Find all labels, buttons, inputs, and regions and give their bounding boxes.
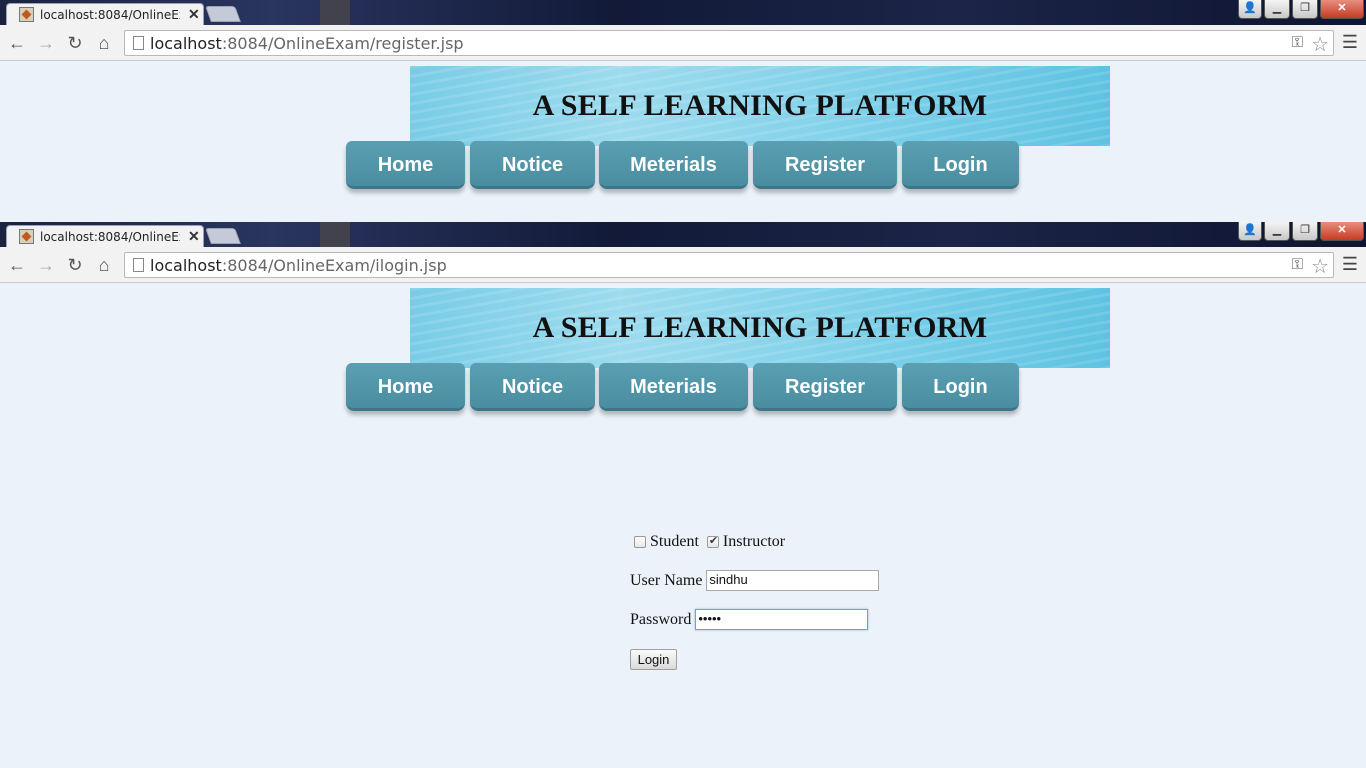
restore-icon[interactable]: ❐ [1292, 0, 1318, 19]
username-row: User Name sindhu [630, 570, 880, 591]
title-bar: localhost:8084/OnlineExam/ilogin.jsp ✕ 👤… [0, 222, 1366, 247]
key-icon[interactable]: ⚿ [1292, 256, 1303, 273]
chrome-menu-icon[interactable]: ☰ [1342, 254, 1358, 275]
minimize-icon[interactable]: ▁ [1264, 0, 1290, 19]
window-close-icon[interactable]: ✕ [1320, 0, 1364, 19]
new-tab-button[interactable] [205, 6, 241, 22]
student-checkbox[interactable] [634, 536, 646, 548]
browser-toolbar: ← → ↻ ⌂ localhost:8084/OnlineExam/ilogin… [0, 247, 1366, 283]
page-icon [133, 258, 144, 272]
key-icon[interactable]: ⚿ [1292, 34, 1303, 51]
favicon-icon [19, 7, 34, 22]
title-bar: localhost:8084/OnlineExam/register.jsp ✕… [0, 0, 1366, 25]
password-input[interactable]: ••••• [695, 609, 869, 630]
browser-tab[interactable]: localhost:8084/OnlineExam/register.jsp ✕ [6, 3, 204, 25]
address-bar[interactable]: localhost:8084/OnlineExam/ilogin.jsp ⚿ ☆ [124, 252, 1334, 278]
back-icon[interactable]: ← [6, 32, 28, 54]
home-icon[interactable]: ⌂ [93, 32, 115, 54]
chrome-menu-icon[interactable]: ☰ [1342, 32, 1358, 53]
favicon-icon [19, 229, 34, 244]
browser-window-register: localhost:8084/OnlineExam/register.jsp ✕… [0, 0, 1366, 222]
user-icon[interactable]: 👤 [1238, 222, 1262, 241]
menu-materials[interactable]: Meterials [599, 141, 748, 189]
user-icon[interactable]: 👤 [1238, 0, 1262, 19]
menu-register[interactable]: Register [753, 141, 897, 189]
instructor-checkbox[interactable] [706, 534, 719, 548]
student-label: Student [650, 533, 699, 550]
role-selector: Student Instructor [634, 533, 785, 551]
browser-tab[interactable]: localhost:8084/OnlineExam/ilogin.jsp ✕ [6, 225, 204, 247]
bookmark-star-icon[interactable]: ☆ [1311, 254, 1329, 279]
bookmark-star-icon[interactable]: ☆ [1311, 32, 1329, 57]
password-label: Password [630, 610, 692, 628]
menu-login[interactable]: Login [902, 141, 1019, 189]
site-title: A SELF LEARNING PLATFORM [532, 311, 988, 344]
url-text: localhost:8084/OnlineExam/register.jsp [150, 34, 464, 53]
url-text: localhost:8084/OnlineExam/ilogin.jsp [150, 256, 447, 275]
close-tab-icon[interactable]: ✕ [188, 6, 200, 23]
new-tab-button[interactable] [205, 228, 241, 244]
menu-login[interactable]: Login [902, 363, 1019, 411]
username-input[interactable]: sindhu [706, 570, 880, 591]
site-banner: A SELF LEARNING PLATFORM [410, 66, 1110, 146]
back-icon[interactable]: ← [6, 254, 28, 276]
username-label: User Name [630, 571, 703, 589]
tab-title: localhost:8084/OnlineExam/ilogin.jsp [40, 229, 180, 244]
page-icon [133, 36, 144, 50]
home-icon[interactable]: ⌂ [93, 254, 115, 276]
forward-icon[interactable]: → [35, 254, 57, 276]
browser-window-login: localhost:8084/OnlineExam/ilogin.jsp ✕ 👤… [0, 222, 1366, 768]
reload-icon[interactable]: ↻ [64, 254, 86, 276]
menu-home[interactable]: Home [346, 141, 465, 189]
menu-register[interactable]: Register [753, 363, 897, 411]
browser-toolbar: ← → ↻ ⌂ localhost:8084/OnlineExam/regist… [0, 25, 1366, 61]
password-row: Password ••••• [630, 609, 869, 630]
menu-notice[interactable]: Notice [470, 363, 595, 411]
minimize-icon[interactable]: ▁ [1264, 222, 1290, 241]
forward-icon[interactable]: → [35, 32, 57, 54]
login-submit-button[interactable]: Login [630, 649, 677, 670]
site-title: A SELF LEARNING PLATFORM [532, 89, 988, 122]
menu-materials[interactable]: Meterials [599, 363, 748, 411]
window-close-icon[interactable]: ✕ [1320, 222, 1364, 241]
address-bar[interactable]: localhost:8084/OnlineExam/register.jsp ⚿… [124, 30, 1334, 56]
site-banner: A SELF LEARNING PLATFORM [410, 288, 1110, 368]
restore-icon[interactable]: ❐ [1292, 222, 1318, 241]
menu-home[interactable]: Home [346, 363, 465, 411]
reload-icon[interactable]: ↻ [64, 32, 86, 54]
close-tab-icon[interactable]: ✕ [188, 228, 200, 245]
menu-notice[interactable]: Notice [470, 141, 595, 189]
tab-title: localhost:8084/OnlineExam/register.jsp [40, 7, 180, 22]
instructor-label: Instructor [722, 533, 786, 550]
